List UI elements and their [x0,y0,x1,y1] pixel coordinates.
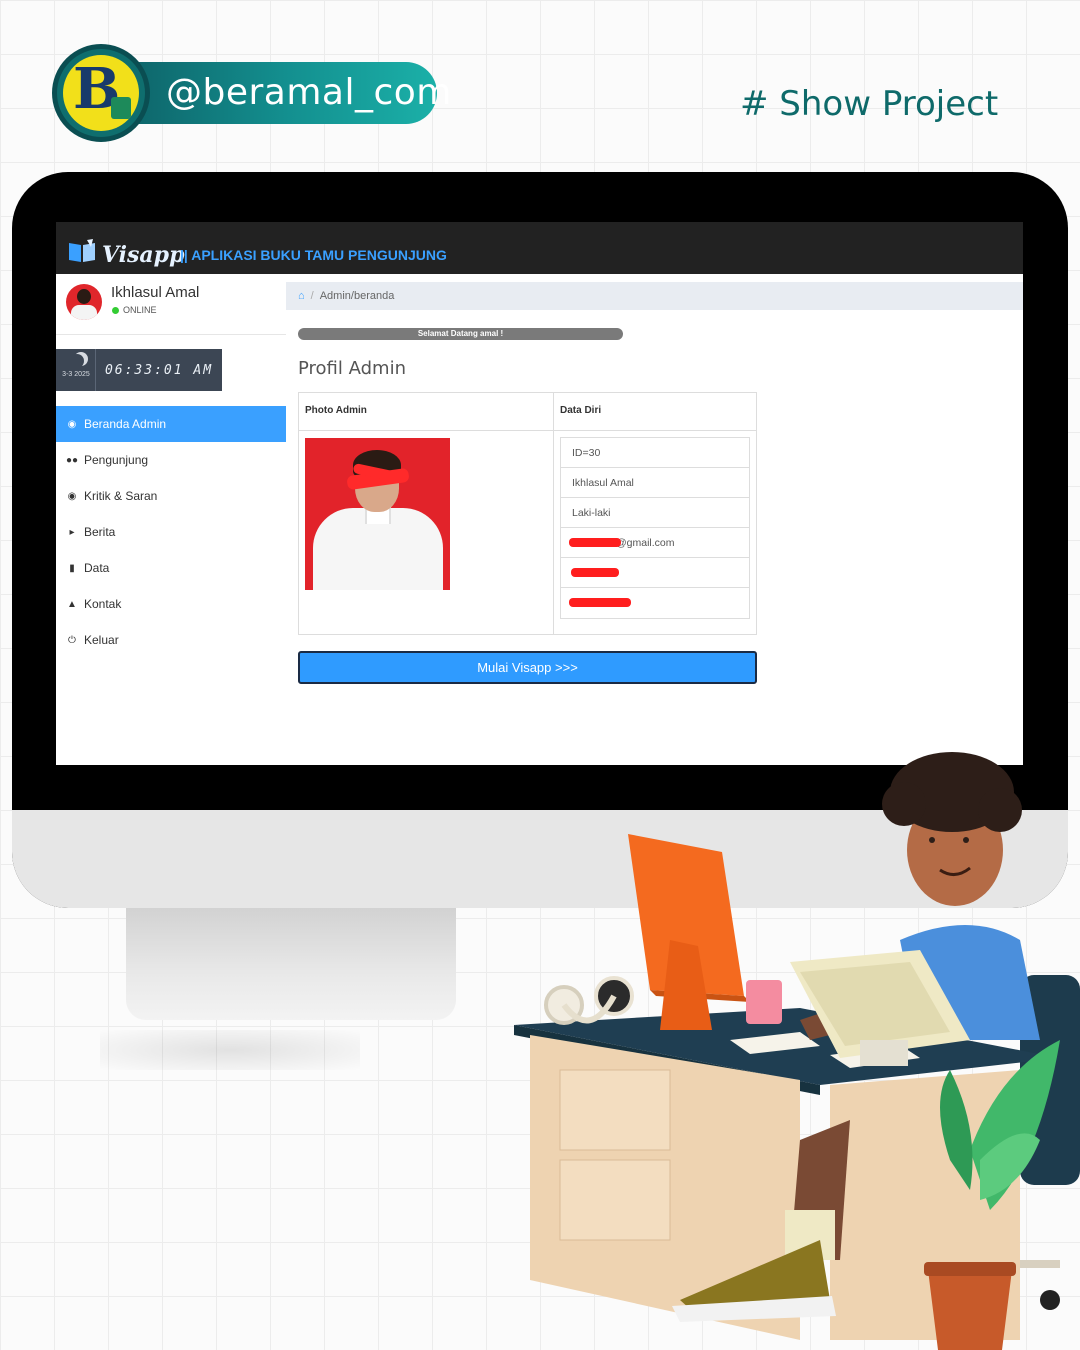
app-screen: Visapp || APLIKASI BUKU TAMU PENGUNJUNG … [56,222,1023,765]
beramal-logo: B [52,44,150,142]
breadcrumb: ⌂ / Admin/beranda [286,282,1023,310]
data-row-value: @gmail.com [616,537,675,549]
monitor-stand [126,908,456,1020]
welcome-bar: Selamat Datang amal ! [298,328,623,340]
redaction-mark [569,598,631,607]
app-brand[interactable]: Visapp [102,242,184,268]
user-icon: ▲ [67,598,77,610]
redaction-mark [571,568,619,577]
sidebar: Ikhlasul Amal ONLINE 3-3 2025 06:33:01 A… [56,274,286,765]
sidebar-item-beranda-admin[interactable]: ◉ Beranda Admin [56,406,286,442]
page-title: Profil Admin [298,358,406,379]
sidebar-item-label: Kritik & Saran [84,489,158,503]
breadcrumb-current[interactable]: Admin/beranda [320,290,395,302]
book-logo-icon [69,239,95,262]
clock-time: 06:33:01 AM [104,362,214,378]
data-row-id: ID=30 [561,438,749,468]
home-icon[interactable]: ⌂ [298,290,305,302]
file-icon: ▮ [69,562,75,574]
data-row-gender: Laki-laki [561,498,749,528]
sidebar-divider [56,334,286,335]
sidebar-item-label: Pengunjung [84,453,149,467]
data-header: Data Diri [554,393,756,431]
breadcrumb-separator: / [310,290,314,302]
data-row-value: ID=30 [572,447,601,459]
sidebar-item-keluar[interactable]: ⏻ Keluar [56,622,286,658]
sidebar-item-kontak[interactable]: ▲ Kontak [56,586,286,622]
sidebar-item-pengunjung[interactable]: ●● Pengunjung [56,442,286,478]
comments-icon: ◉ [67,490,77,502]
monitor-shadow [100,1030,360,1070]
profile-table: Photo Admin Data Diri ID=30 Ikhlasul Ama… [298,392,757,635]
dashboard-icon: ◉ [67,418,77,430]
start-visapp-button[interactable]: Mulai Visapp >>> [298,651,757,684]
sidebar-item-label: Kontak [84,597,122,611]
sidebar-item-label: Beranda Admin [84,417,167,431]
sidebar-item-berita[interactable]: ▸ Berita [56,514,286,550]
sidebar-item-label: Data [84,561,110,575]
data-row-address [561,588,749,618]
online-dot-icon [112,306,119,314]
clock-date: 3-3 2025 [56,349,96,391]
data-row-email: @gmail.com [561,528,749,558]
photo-column: Photo Admin [299,393,554,634]
data-row-value: Laki-laki [572,507,611,519]
clock-date-text: 3-3 2025 [62,371,90,378]
data-row-phone [561,558,749,588]
bullhorn-icon: ▸ [69,526,75,538]
admin-photo [305,438,450,590]
data-list: ID=30 Ikhlasul Amal Laki-laki @gmail.com [560,437,750,619]
user-status-label: ONLINE [123,305,157,315]
sidebar-item-kritik-saran[interactable]: ◉ Kritik & Saran [56,478,286,514]
person-at-desk-illustration [514,752,1080,1350]
sidebar-item-data[interactable]: ▮ Data [56,550,286,586]
sidebar-menu: ◉ Beranda Admin ●● Pengunjung ◉ Kritik &… [56,406,286,658]
data-column: Data Diri ID=30 Ikhlasul Amal Laki-laki … [554,393,756,634]
photo-header: Photo Admin [299,393,553,431]
users-icon: ●● [66,454,79,466]
sidebar-item-label: Keluar [84,633,119,647]
app-subtitle: || APLIKASI BUKU TAMU PENGUNJUNG [180,247,447,263]
sidebar-item-label: Berita [84,525,116,539]
user-status: ONLINE [112,305,157,315]
moon-icon [70,354,84,368]
data-row-name: Ikhlasul Amal [561,468,749,498]
power-icon: ⏻ [68,634,76,646]
main-content: ⌂ / Admin/beranda Selamat Datang amal ! … [286,274,1023,765]
user-name: Ikhlasul Amal [111,284,200,301]
social-handle: @beramal_com [166,72,452,113]
app-navbar: Visapp || APLIKASI BUKU TAMU PENGUNJUNG [56,222,1023,274]
clock-widget: 3-3 2025 06:33:01 AM [56,349,222,391]
redaction-mark [569,538,621,547]
data-row-value: Ikhlasul Amal [572,477,634,489]
show-project-tag: # Show Project [740,84,999,124]
avatar [66,284,102,320]
